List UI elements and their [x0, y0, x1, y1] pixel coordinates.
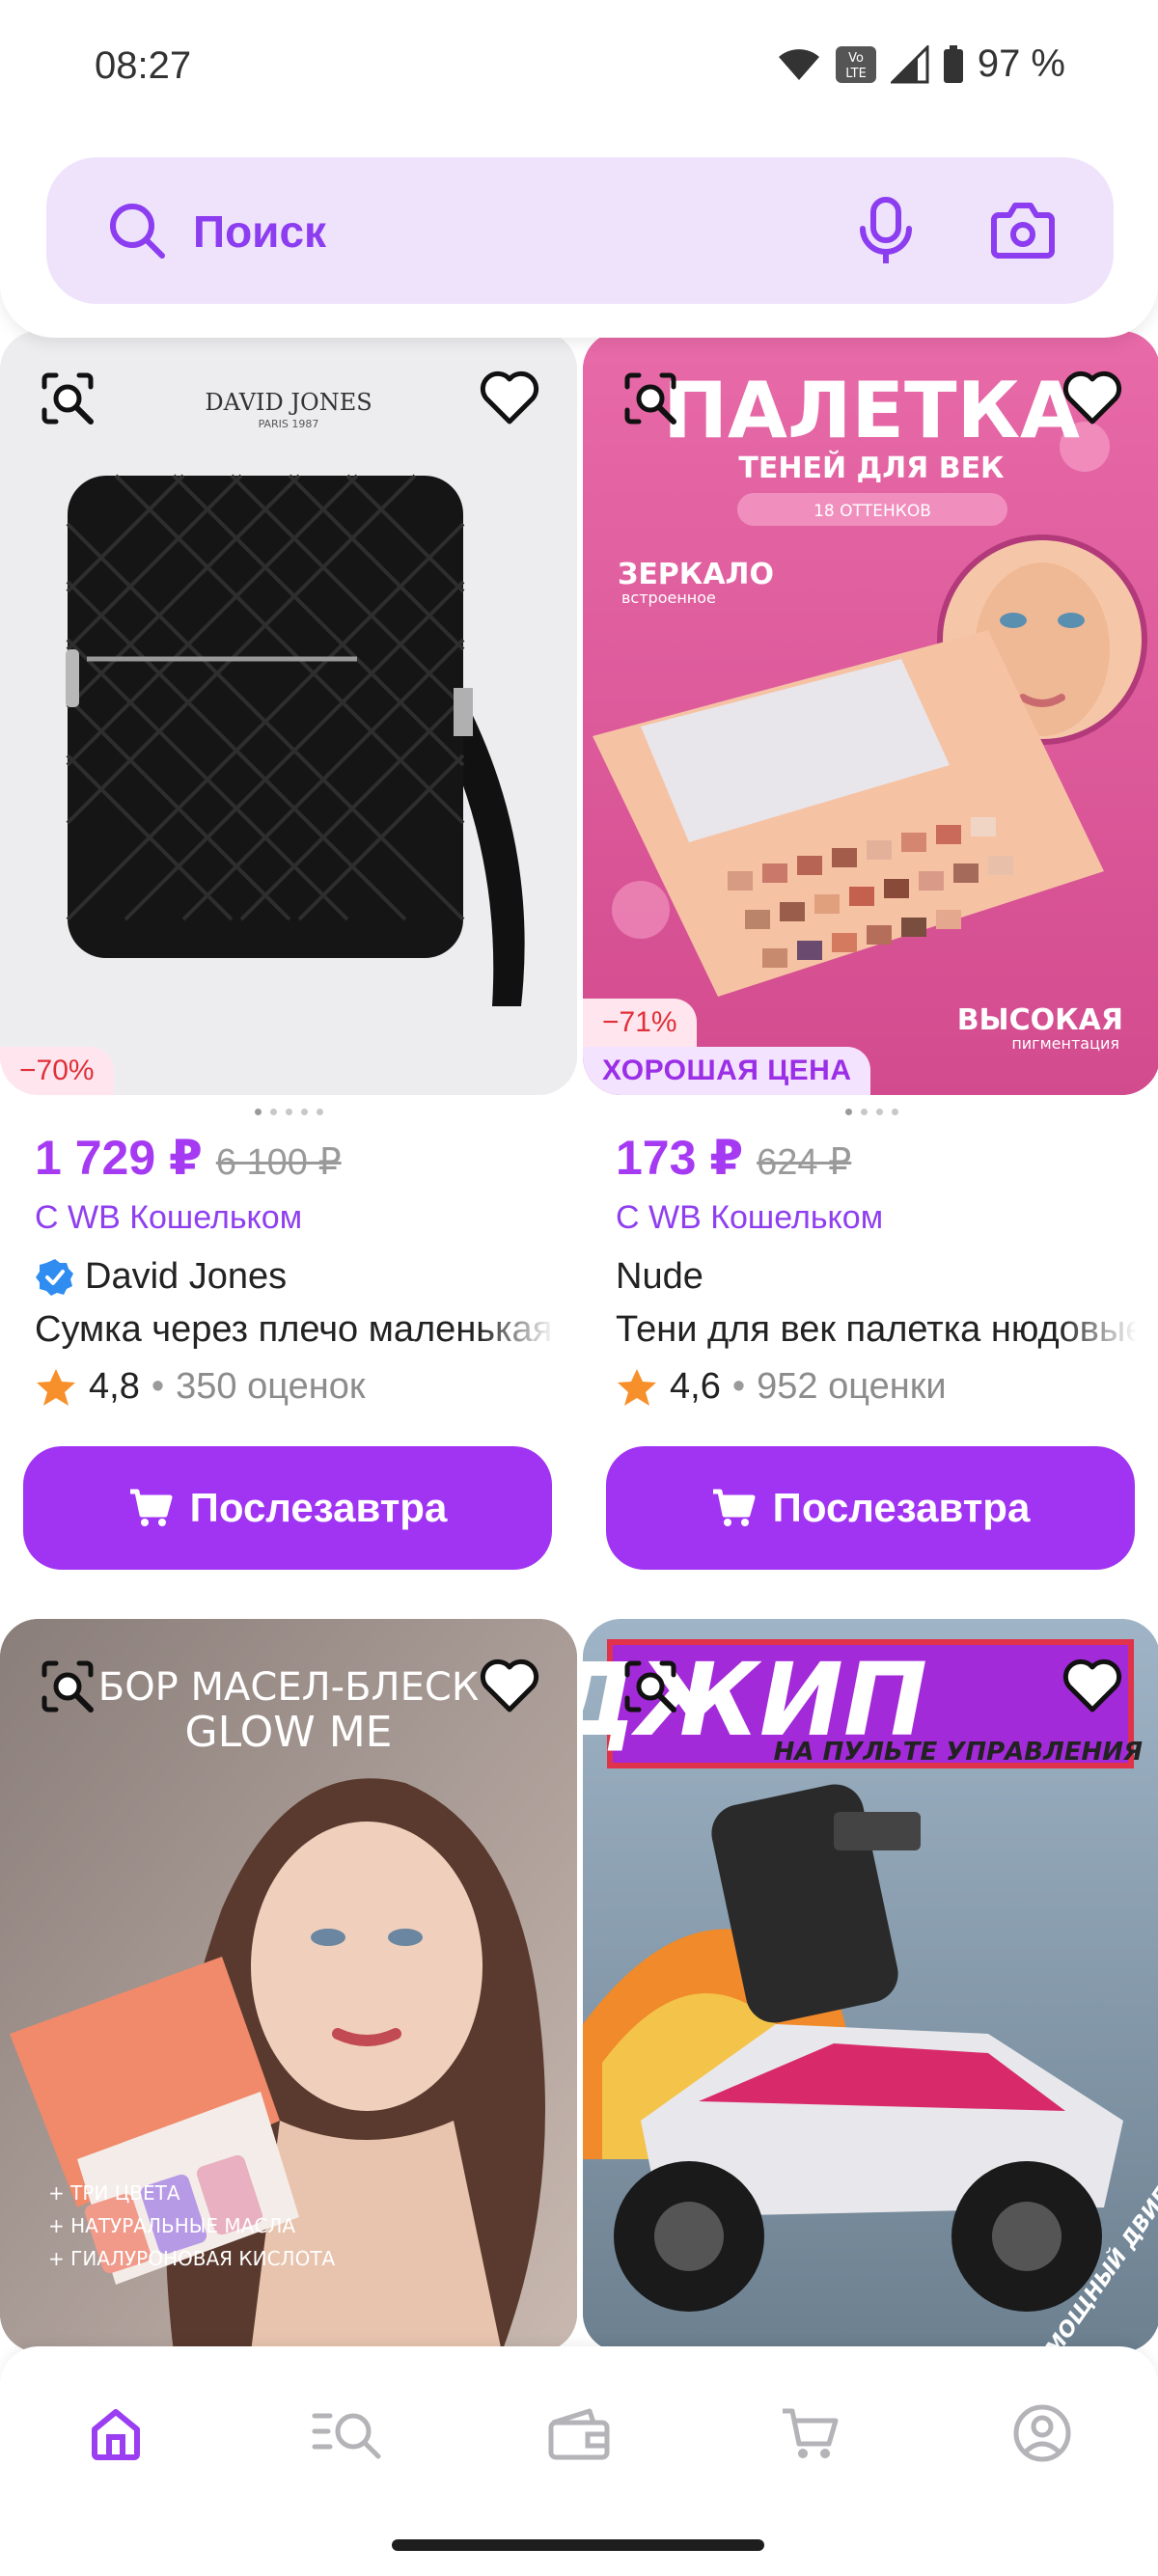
oil-gloss-illustration: БОР МАСЕЛ-БЛЕСК GLOW ME + ТРИ ЦВЕТА + НА…: [0, 1619, 577, 2352]
button-label: Послезавтра: [189, 1485, 448, 1530]
product-card[interactable]: БОР МАСЕЛ-БЛЕСК GLOW ME + ТРИ ЦВЕТА + НА…: [0, 1619, 577, 2352]
star-icon: [618, 1368, 656, 1406]
product-image[interactable]: DAVID JONES PARIS 1987 −70%: [0, 331, 577, 1095]
product-image[interactable]: ПАЛЕТКА ТЕНЕЙ ДЛЯ ВЕК 18 ОТТЕНКОВ ЗЕРКАЛ…: [583, 331, 1158, 1095]
old-price: 624 ₽: [757, 1142, 852, 1183]
image-brand-text: DAVID JONES: [205, 389, 372, 416]
status-time: 08:27: [95, 44, 192, 87]
add-to-cart-button[interactable]: Послезавтра: [606, 1446, 1135, 1570]
profile-icon: [1013, 2404, 1071, 2462]
cart-icon: [129, 1489, 173, 1526]
image-pager[interactable]: [583, 1109, 1158, 1115]
reviews-count: 952 оценки: [757, 1366, 947, 1407]
brand-name[interactable]: Nude: [616, 1256, 703, 1298]
home-icon: [92, 2409, 140, 2460]
product-image[interactable]: БОР МАСЕЛ-БЛЕСК GLOW ME + ТРИ ЦВЕТА + НА…: [0, 1619, 577, 2352]
camera-icon[interactable]: [990, 200, 1056, 260]
image-subheadline: ТЕНЕЙ ДЛЯ ВЕК: [738, 451, 1005, 485]
nav-catalog[interactable]: [309, 2395, 386, 2472]
product-title[interactable]: Тени для век палетка нюдовые: [616, 1309, 1137, 1351]
svg-text:LTE: LTE: [845, 67, 867, 81]
product-info: 173 ₽ 624 ₽ С WB Кошельком Nude Тени для…: [583, 1095, 1158, 1408]
separator: •: [151, 1366, 165, 1407]
badges: −70%: [0, 1047, 114, 1095]
status-bar: 08:27 Vo LTE 97 %: [0, 0, 1158, 135]
product-card[interactable]: ДЖИП НА ПУЛЬТЕ УПРАВЛЕНИЯ МОЩНЫЙ ДВИГАТЕ…: [583, 1619, 1158, 2352]
search-bar[interactable]: Поиск: [46, 157, 1114, 304]
search-icon: [110, 204, 165, 259]
image-callout-1: ЗЕРКАЛО: [618, 558, 774, 591]
image-feature-1: + ТРИ ЦВЕТА: [48, 2181, 180, 2205]
add-to-cart-button[interactable]: Послезавтра: [23, 1446, 552, 1570]
nav-wallet[interactable]: [540, 2395, 618, 2472]
search-input[interactable]: Поиск: [193, 206, 326, 258]
cart-icon: [712, 1489, 756, 1526]
visual-search-icon[interactable]: [37, 368, 98, 429]
button-label: Послезавтра: [772, 1485, 1031, 1530]
image-feature-3: + ГИАЛУРОНОВАЯ КИСЛОТА: [48, 2247, 336, 2270]
signal-icon: [890, 44, 929, 83]
image-subheadline: GLOW ME: [185, 1708, 393, 1757]
separator: •: [731, 1366, 746, 1407]
nav-home[interactable]: [77, 2395, 154, 2472]
heart-icon[interactable]: [479, 1658, 540, 1713]
image-tag: 18 ОТТЕНКОВ: [813, 502, 931, 521]
wallet-icon: [548, 2408, 610, 2460]
home-indicator[interactable]: [392, 2539, 764, 2551]
good-price-badge: ХОРОШАЯ ЦЕНА: [583, 1047, 871, 1095]
reviews-count: 350 оценок: [176, 1366, 366, 1407]
wifi-icon: [778, 48, 819, 80]
product-card[interactable]: ПАЛЕТКА ТЕНЕЙ ДЛЯ ВЕК 18 ОТТЕНКОВ ЗЕРКАЛ…: [583, 331, 1158, 1570]
image-headline: БОР МАСЕЛ-БЛЕСК: [98, 1665, 479, 1710]
rating-value: 4,8: [89, 1366, 140, 1407]
wallet-note: С WB Кошельком: [616, 1199, 884, 1236]
image-brand-subtext: PARIS 1987: [259, 418, 319, 430]
rating-value: 4,6: [670, 1366, 721, 1407]
product-card[interactable]: DAVID JONES PARIS 1987 −70% 1 729 ₽ 6 10…: [0, 331, 577, 1570]
svg-text:Vo: Vo: [848, 51, 864, 66]
price: 173 ₽: [616, 1131, 744, 1185]
star-icon: [37, 1368, 75, 1406]
image-callout-1-sub: встроенное: [621, 589, 716, 607]
image-callout-2-sub: пигментация: [1011, 1034, 1119, 1053]
heart-icon[interactable]: [1062, 370, 1123, 425]
microphone-icon[interactable]: [857, 196, 915, 265]
palette-illustration: ПАЛЕТКА ТЕНЕЙ ДЛЯ ВЕК 18 ОТТЕНКОВ ЗЕРКАЛ…: [583, 331, 1158, 1095]
battery-level: 97 %: [977, 42, 1065, 85]
visual-search-icon[interactable]: [37, 1656, 98, 1717]
image-callout-2: ВЫСОКАЯ: [957, 1003, 1123, 1037]
old-price: 6 100 ₽: [215, 1142, 342, 1183]
heart-icon[interactable]: [1062, 1658, 1123, 1713]
cart-icon: [783, 2408, 839, 2458]
image-pager[interactable]: [0, 1109, 577, 1115]
visual-search-icon[interactable]: [620, 1656, 681, 1717]
product-info: 1 729 ₽ 6 100 ₽ С WB Кошельком David Jon…: [0, 1095, 577, 1408]
badges: −71% ХОРОШАЯ ЦЕНА: [583, 999, 871, 1095]
wallet-note: С WB Кошельком: [35, 1199, 303, 1236]
visual-search-icon[interactable]: [620, 368, 681, 429]
image-headline: ПАЛЕТКА: [663, 366, 1080, 455]
discount-badge: −71%: [583, 999, 697, 1047]
discount-badge: −70%: [0, 1047, 114, 1095]
volte-icon: VoLTE: [835, 45, 876, 83]
image-subheadline: НА ПУЛЬТЕ УПРАВЛЕНИЯ: [774, 1738, 1143, 1767]
heart-icon[interactable]: [479, 370, 540, 425]
nav-profile[interactable]: [1004, 2395, 1081, 2472]
bag-illustration: DAVID JONES PARIS 1987: [0, 331, 577, 1095]
price: 1 729 ₽: [35, 1131, 203, 1185]
verified-icon: [36, 1258, 73, 1296]
nav-cart[interactable]: [772, 2395, 849, 2472]
brand-name[interactable]: David Jones: [85, 1256, 287, 1298]
product-image[interactable]: ДЖИП НА ПУЛЬТЕ УПРАВЛЕНИЯ МОЩНЫЙ ДВИГАТЕ…: [583, 1619, 1158, 2352]
status-icons: Vo LTE 97 %: [777, 42, 1065, 86]
battery-icon: [943, 44, 963, 83]
image-feature-2: + НАТУРАЛЬНЫЕ МАСЛА: [48, 2214, 295, 2237]
rc-jeep-illustration: ДЖИП НА ПУЛЬТЕ УПРАВЛЕНИЯ МОЩНЫЙ ДВИГАТЕ…: [583, 1619, 1158, 2352]
product-title[interactable]: Сумка через плечо маленькая: [35, 1309, 556, 1351]
catalog-search-icon: [312, 2413, 381, 2459]
